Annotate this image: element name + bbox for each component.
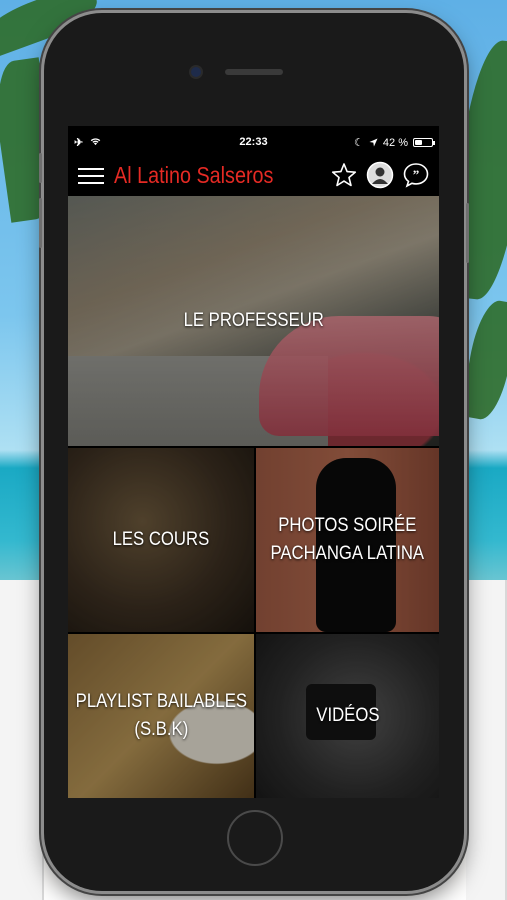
tile-playlist-bailables[interactable]: PLAYLIST BAILABLES (S.B.K) bbox=[68, 634, 254, 798]
status-bar: ✈ 22:33 ☾ 42 % bbox=[68, 136, 439, 152]
svg-text:”: ” bbox=[413, 167, 420, 182]
battery-percentage: 42 % bbox=[382, 136, 408, 149]
tile-label-le-professeur: LE PROFESSEUR bbox=[183, 310, 324, 331]
volume-down-button bbox=[39, 198, 42, 248]
tile-label-les-cours: LES COURS bbox=[112, 529, 210, 550]
app-header: Al Latino Salseros ” bbox=[68, 157, 439, 195]
profile-avatar-icon[interactable] bbox=[366, 161, 394, 189]
tile-label-line-1: PLAYLIST BAILABLES bbox=[75, 691, 247, 712]
tile-label-playlist: PLAYLIST BAILABLES (S.B.K) bbox=[75, 688, 246, 744]
tile-label-line-1: PHOTOS SOIRÉE bbox=[278, 515, 417, 536]
location-arrow-icon bbox=[369, 138, 378, 147]
status-right-icons: ☾ 42 % bbox=[354, 136, 435, 149]
power-button bbox=[466, 203, 469, 263]
tile-le-professeur[interactable]: LE PROFESSEUR bbox=[68, 196, 439, 446]
app-title: Al Latino Salseros bbox=[114, 162, 274, 188]
chat-quote-icon[interactable]: ” bbox=[402, 161, 430, 189]
battery-fill bbox=[415, 140, 422, 145]
railing-right bbox=[466, 580, 507, 900]
palm-leaf-right-2 bbox=[459, 297, 507, 423]
tile-photos-soiree[interactable]: PHOTOS SOIRÉE PACHANGA LATINA bbox=[256, 448, 439, 632]
tile-les-cours[interactable]: LES COURS bbox=[68, 448, 254, 632]
home-button[interactable] bbox=[227, 810, 283, 866]
app-screen: ✈ 22:33 ☾ 42 % Al Latino Salseros ” LE P… bbox=[68, 126, 439, 798]
tile-label-line-2: (S.B.K) bbox=[134, 719, 188, 740]
star-icon[interactable] bbox=[330, 161, 358, 189]
tile-label-photos-soiree: PHOTOS SOIRÉE PACHANGA LATINA bbox=[271, 512, 425, 568]
railing-left bbox=[0, 580, 44, 900]
volume-up-button bbox=[39, 153, 42, 183]
tile-label-videos: VIDÉOS bbox=[315, 705, 380, 726]
phone-frame: ✈ 22:33 ☾ 42 % Al Latino Salseros ” LE P… bbox=[39, 13, 469, 891]
earpiece-speaker bbox=[225, 69, 283, 75]
front-camera bbox=[191, 67, 201, 77]
tile-videos[interactable]: VIDÉOS bbox=[256, 634, 439, 798]
hamburger-menu-icon[interactable] bbox=[78, 167, 104, 185]
tile-label-line-2: PACHANGA LATINA bbox=[270, 543, 425, 564]
battery-icon bbox=[413, 138, 435, 147]
moon-icon: ☾ bbox=[354, 137, 364, 149]
